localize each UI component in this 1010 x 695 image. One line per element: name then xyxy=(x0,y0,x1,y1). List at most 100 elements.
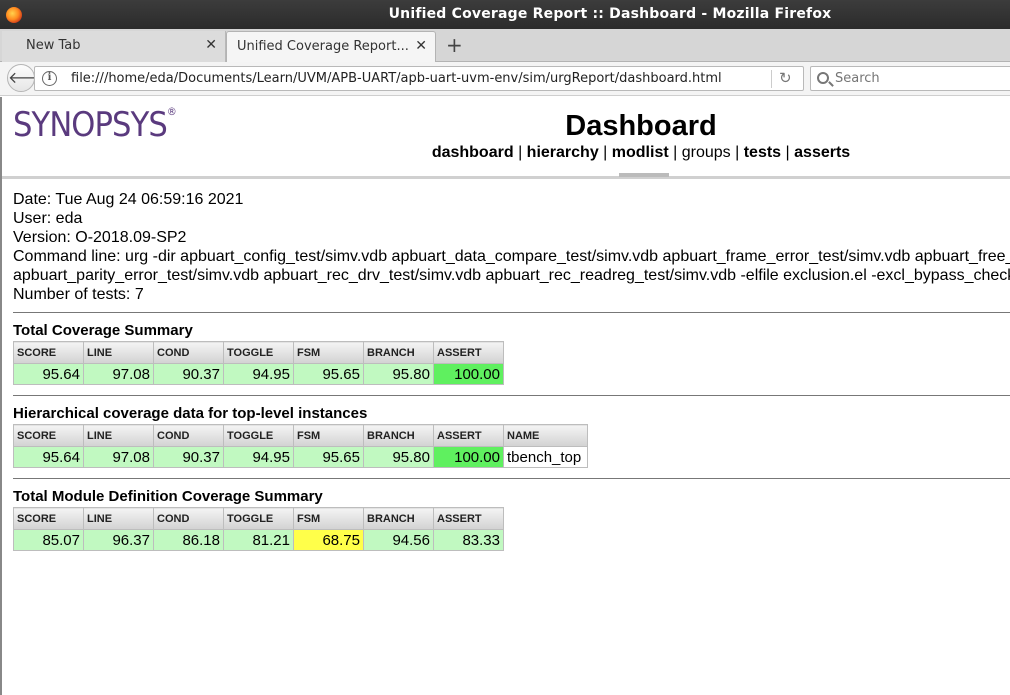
column-header[interactable]: ASSERT xyxy=(433,507,504,530)
report-command-line: Command line: urg -dir apbuart_config_te… xyxy=(13,248,1010,265)
column-header[interactable]: COND xyxy=(153,341,224,364)
nav-link-modlist[interactable]: modlist xyxy=(612,144,669,161)
nav-link-asserts[interactable]: asserts xyxy=(794,144,850,161)
line-cell: 97.08 xyxy=(83,363,154,385)
nav-link-hierarchy[interactable]: hierarchy xyxy=(527,144,599,161)
column-header[interactable]: BRANCH xyxy=(363,341,434,364)
tab-label: Unified Coverage Report... xyxy=(237,39,409,54)
search-bar[interactable] xyxy=(810,66,1010,91)
column-header[interactable]: BRANCH xyxy=(363,424,434,447)
cond-cell: 90.37 xyxy=(153,446,224,468)
column-header[interactable]: BRANCH xyxy=(363,507,434,530)
column-header[interactable]: ASSERT xyxy=(433,424,504,447)
branch-cell: 94.56 xyxy=(363,529,434,551)
column-header[interactable]: SCORE xyxy=(13,507,84,530)
report-header: SYNOPSYS® Dashboard dashboard | hierarch… xyxy=(2,97,1010,179)
hierarchical-coverage-table: SCORE LINE COND TOGGLE FSM BRANCH ASSERT… xyxy=(13,424,588,468)
url-separator xyxy=(771,70,772,88)
tab-strip: New Tab ✕ Unified Coverage Report... ✕ + xyxy=(0,29,1010,63)
table-header-row: SCORE LINE COND TOGGLE FSM BRANCH ASSERT xyxy=(13,341,504,364)
new-tab-button[interactable]: + xyxy=(446,33,463,57)
nav-separator: | xyxy=(735,144,740,161)
toggle-cell: 94.95 xyxy=(223,363,294,385)
nav-separator: | xyxy=(673,144,678,161)
column-header[interactable]: ASSERT xyxy=(433,341,504,364)
nav-separator: | xyxy=(518,144,523,161)
column-header[interactable]: TOGGLE xyxy=(223,507,294,530)
column-header[interactable]: FSM xyxy=(293,507,364,530)
report-nav-links: dashboard | hierarchy | modlist | groups… xyxy=(2,144,1010,162)
column-header[interactable]: LINE xyxy=(83,507,154,530)
report-user: User: eda xyxy=(13,210,83,227)
header-divider xyxy=(2,173,1010,179)
reload-icon[interactable]: ↻ xyxy=(779,69,792,87)
column-header[interactable]: LINE xyxy=(83,341,154,364)
assert-cell: 100.00 xyxy=(433,446,504,468)
score-cell: 85.07 xyxy=(13,529,84,551)
column-header[interactable]: FSM xyxy=(293,341,364,364)
window-title: Unified Coverage Report :: Dashboard - M… xyxy=(388,6,832,22)
table-row: 95.64 97.08 90.37 94.95 95.65 95.80 100.… xyxy=(13,446,588,468)
close-icon[interactable]: ✕ xyxy=(415,38,427,54)
search-input[interactable] xyxy=(835,69,1005,88)
assert-cell: 100.00 xyxy=(433,363,504,385)
close-icon[interactable]: ✕ xyxy=(205,37,217,53)
report-num-tests: Number of tests: 7 xyxy=(13,286,144,303)
column-header[interactable]: COND xyxy=(153,424,224,447)
window-titlebar: Unified Coverage Report :: Dashboard - M… xyxy=(0,0,1010,29)
nav-link-tests[interactable]: tests xyxy=(744,144,781,161)
section-title-total: Total Coverage Summary xyxy=(13,322,193,339)
table-header-row: SCORE LINE COND TOGGLE FSM BRANCH ASSERT… xyxy=(13,424,588,447)
column-header[interactable]: SCORE xyxy=(13,424,84,447)
column-header[interactable]: FSM xyxy=(293,424,364,447)
fsm-cell: 95.65 xyxy=(293,363,364,385)
cond-cell: 86.18 xyxy=(153,529,224,551)
line-cell: 96.37 xyxy=(83,529,154,551)
score-cell: 95.64 xyxy=(13,446,84,468)
section-divider xyxy=(13,478,1010,479)
instance-name-link[interactable]: tbench_top xyxy=(503,446,588,468)
section-title-module: Total Module Definition Coverage Summary xyxy=(13,488,323,505)
fsm-cell: 95.65 xyxy=(293,446,364,468)
page-content: SYNOPSYS® Dashboard dashboard | hierarch… xyxy=(0,97,1010,695)
section-title-hierarchical: Hierarchical coverage data for top-level… xyxy=(13,405,368,422)
nav-link-dashboard[interactable]: dashboard xyxy=(432,144,514,161)
section-divider xyxy=(13,395,1010,396)
search-icon xyxy=(817,72,829,84)
total-coverage-table: SCORE LINE COND TOGGLE FSM BRANCH ASSERT… xyxy=(13,341,504,385)
report-date: Date: Tue Aug 24 06:59:16 2021 xyxy=(13,191,244,208)
report-info: Date: Tue Aug 24 06:59:16 2021 User: eda… xyxy=(13,190,1010,304)
report-command-line-cont: apbuart_parity_error_test/simv.vdb apbua… xyxy=(13,267,1010,284)
column-header[interactable]: COND xyxy=(153,507,224,530)
nav-separator: | xyxy=(603,144,608,161)
table-row: 95.64 97.08 90.37 94.95 95.65 95.80 100.… xyxy=(13,363,504,385)
page-title: Dashboard xyxy=(565,110,717,142)
column-header[interactable]: NAME xyxy=(503,424,588,447)
tab-new-tab[interactable]: New Tab ✕ xyxy=(2,31,226,62)
toggle-cell: 81.21 xyxy=(223,529,294,551)
tab-label: New Tab xyxy=(26,38,81,53)
back-button[interactable]: 🡐 xyxy=(7,64,51,92)
divider-handle xyxy=(619,173,669,177)
toggle-cell: 94.95 xyxy=(223,446,294,468)
column-header[interactable]: TOGGLE xyxy=(223,341,294,364)
table-row: 85.07 96.37 86.18 81.21 68.75 94.56 83.3… xyxy=(13,529,504,551)
url-bar[interactable]: i file:///home/eda/Documents/Learn/UVM/A… xyxy=(34,66,804,91)
column-header[interactable]: LINE xyxy=(83,424,154,447)
tab-coverage-report[interactable]: Unified Coverage Report... ✕ xyxy=(226,31,436,63)
report-version: Version: O-2018.09-SP2 xyxy=(13,229,187,246)
nav-link-groups[interactable]: groups xyxy=(682,144,731,161)
info-icon[interactable]: i xyxy=(42,71,57,86)
line-cell: 97.08 xyxy=(83,446,154,468)
column-header[interactable]: TOGGLE xyxy=(223,424,294,447)
module-coverage-table: SCORE LINE COND TOGGLE FSM BRANCH ASSERT… xyxy=(13,507,504,551)
nav-separator: | xyxy=(785,144,790,161)
fsm-cell: 68.75 xyxy=(293,529,364,551)
score-cell: 95.64 xyxy=(13,363,84,385)
table-header-row: SCORE LINE COND TOGGLE FSM BRANCH ASSERT xyxy=(13,507,504,530)
url-text[interactable]: file:///home/eda/Documents/Learn/UVM/APB… xyxy=(71,71,722,86)
navigation-toolbar: 🡐 i file:///home/eda/Documents/Learn/UVM… xyxy=(0,62,1010,96)
section-divider xyxy=(13,312,1010,313)
column-header[interactable]: SCORE xyxy=(13,341,84,364)
cond-cell: 90.37 xyxy=(153,363,224,385)
